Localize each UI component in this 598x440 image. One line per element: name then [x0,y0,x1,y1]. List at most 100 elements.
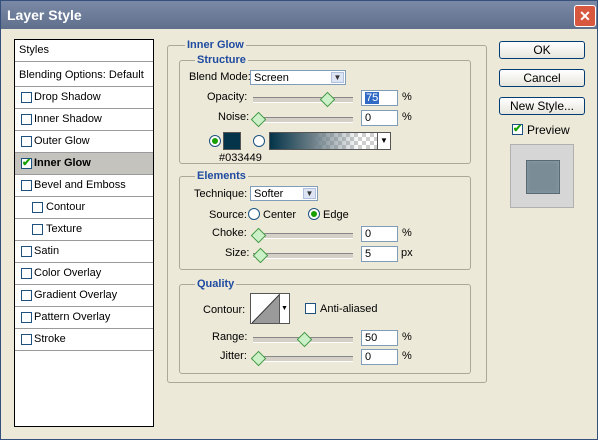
close-icon: ✕ [579,8,591,24]
sidebar-item-label: Blending Options: Default [19,69,144,81]
color-fill-radio[interactable] [209,135,221,147]
source-edge-radio[interactable] [308,208,320,220]
range-label: Range: [212,331,248,343]
size-input[interactable]: 5 [361,246,398,262]
color-overlay-checkbox[interactable] [21,268,32,279]
jitter-value: 0 [365,351,372,363]
chevron-down-icon: ▼ [331,72,344,83]
source-center-label: Center [263,209,297,221]
opacity-label: Opacity: [207,91,248,103]
preview-checkbox[interactable]: ✔ [512,123,523,135]
size-unit: px [401,247,413,259]
choke-slider[interactable] [250,227,353,244]
size-label: Size: [225,247,250,259]
texture-checkbox[interactable] [32,224,43,235]
sidebar-item-label: Stroke [34,333,66,345]
jitter-input[interactable]: 0 [361,349,398,365]
size-value: 5 [365,248,372,260]
sidebar-item-inner-shadow[interactable]: Inner Shadow [15,109,153,131]
choke-unit: % [402,227,412,239]
close-button[interactable]: ✕ [574,5,596,27]
technique-select[interactable]: Softer ▼ [250,186,318,201]
satin-checkbox[interactable] [21,246,32,257]
chevron-down-icon: ▼ [279,294,289,323]
sidebar-item-label: Pattern Overlay [34,311,111,323]
noise-label: Noise: [218,111,250,123]
stroke-checkbox[interactable] [21,334,32,345]
color-swatch[interactable] [223,132,241,150]
sidebar-item-label: Outer Glow [34,135,90,147]
bevel-emboss-checkbox[interactable] [21,180,32,191]
gradient-overlay-checkbox[interactable] [21,290,32,301]
jitter-slider[interactable] [250,350,353,367]
sidebar-item-outer-glow[interactable]: Outer Glow [15,131,153,153]
sidebar-item-color-overlay[interactable]: Color Overlay [15,263,153,285]
source-center-radio[interactable] [248,208,260,220]
inner-shadow-checkbox[interactable] [21,114,32,125]
opacity-value: 75 [365,92,380,104]
checkmark-icon: ✔ [513,123,523,135]
range-input[interactable]: 50 [361,330,398,346]
noise-slider[interactable] [250,111,353,128]
range-slider[interactable] [253,331,353,348]
quality-title: Quality [195,278,237,290]
choke-label: Choke: [212,227,247,239]
sidebar-item-label: Texture [46,223,83,235]
sidebar-item-texture[interactable]: Texture [15,219,153,241]
sidebar-item-label: Bevel and Emboss [34,179,126,191]
sidebar-item-satin[interactable]: Satin [15,241,153,263]
choke-value: 0 [365,228,372,240]
choke-input[interactable]: 0 [361,226,398,242]
sidebar-item-blending-options[interactable]: Blending Options: Default [15,65,153,87]
styles-list: Styles Blending Options: Default Drop Sh… [14,39,154,427]
opacity-input[interactable]: 75 [361,90,398,106]
contour-checkbox[interactable] [32,202,43,213]
drop-shadow-checkbox[interactable] [21,92,32,103]
sidebar-item-label: Styles [19,44,49,56]
blend-mode-select[interactable]: Screen ▼ [250,70,346,85]
jitter-unit: % [402,350,412,362]
inner-glow-checkbox[interactable]: ✔ [21,157,32,169]
noise-input[interactable]: 0 [361,110,398,126]
sidebar-item-gradient-overlay[interactable]: Gradient Overlay [15,285,153,307]
contour-label: Contour: [203,304,246,316]
inner-glow-title: Inner Glow [185,39,246,51]
opacity-slider[interactable] [253,91,353,108]
outer-glow-checkbox[interactable] [21,136,32,147]
radio-selected-dot [212,138,218,144]
sidebar-item-pattern-overlay[interactable]: Pattern Overlay [15,307,153,329]
color-swatch-caption: #033449 [219,152,262,164]
contour-preview-icon [252,294,280,323]
sidebar-item-drop-shadow[interactable]: Drop Shadow [15,87,153,109]
sidebar-item-stroke[interactable]: Stroke [15,329,153,351]
contour-picker[interactable]: ▼ [250,293,290,324]
size-slider[interactable] [252,247,353,264]
pattern-overlay-checkbox[interactable] [21,312,32,323]
gradient-picker[interactable]: ▼ [269,132,391,150]
sidebar-item-bevel-emboss[interactable]: Bevel and Emboss [15,175,153,197]
gradient-fill-radio[interactable] [253,135,265,147]
cancel-button[interactable]: Cancel [499,69,585,87]
anti-aliased-label: Anti-aliased [320,303,378,315]
preview-label: Preview [527,123,570,137]
blend-mode-value: Screen [254,72,289,84]
anti-aliased-checkbox[interactable] [305,303,316,314]
style-preview-thumbnail [510,144,574,208]
elements-title: Elements [195,170,248,182]
range-unit: % [402,331,412,343]
sidebar-item-label: Inner Glow [34,157,91,169]
title-bar[interactable]: Layer Style ✕ [1,1,597,29]
ok-button[interactable]: OK [499,41,585,59]
sidebar-item-label: Gradient Overlay [34,289,118,301]
new-style-button[interactable]: New Style... [499,97,585,115]
sidebar-item-inner-glow[interactable]: ✔ Inner Glow [15,153,153,175]
sidebar-item-label: Satin [34,245,60,257]
checkmark-icon: ✔ [22,157,32,169]
opacity-unit: % [402,91,412,103]
sidebar-item-contour[interactable]: Contour [15,197,153,219]
sidebar-item-label: Inner Shadow [34,113,102,125]
sidebar-item-styles[interactable]: Styles [15,40,153,62]
source-label: Source: [209,209,247,221]
sidebar-item-label: Drop Shadow [34,91,101,103]
range-value: 50 [365,332,378,344]
